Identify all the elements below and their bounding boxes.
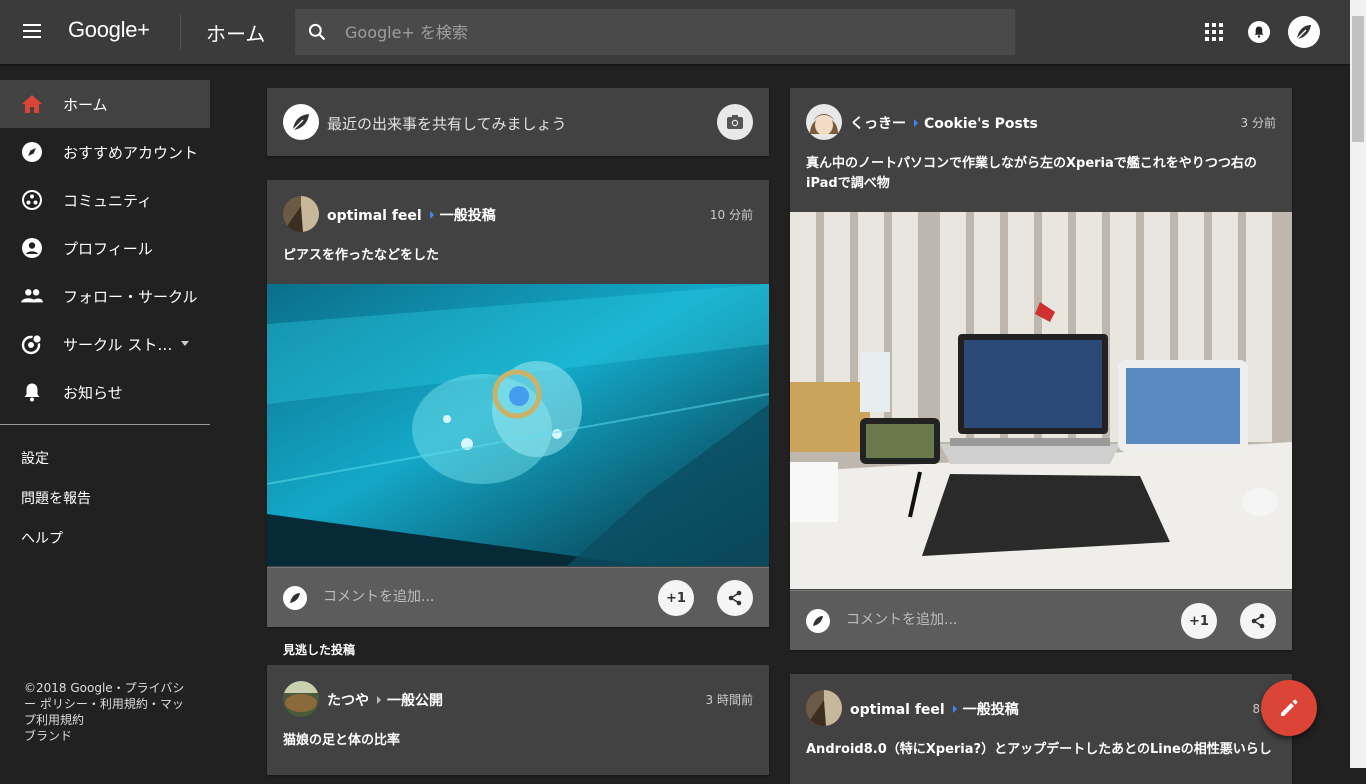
author-avatar[interactable]	[806, 104, 842, 140]
settings-link[interactable]: 設定	[0, 439, 210, 479]
post-card: optimal feel 一般投稿 10 分前 ピアスを作ったなどをした コメント…	[267, 180, 769, 627]
post-audience[interactable]: 一般公開	[387, 693, 443, 709]
author-name[interactable]: optimal feel	[327, 208, 422, 224]
community-icon	[21, 189, 43, 211]
bell-icon	[21, 381, 43, 403]
account-avatar[interactable]	[1288, 16, 1320, 48]
sidebar-item-label: プロフィール	[63, 239, 153, 258]
share-arrow-icon	[429, 211, 434, 219]
google-plus-logo[interactable]: Google+	[68, 17, 150, 43]
scrollbar-thumb[interactable]	[1352, 16, 1364, 142]
sidebar-item-label: サークル スト…	[63, 335, 173, 354]
footer-line[interactable]: ブランド	[24, 728, 200, 744]
post-text: ピアスを作ったなどをした	[283, 248, 440, 263]
home-icon	[21, 93, 43, 115]
share-arrow-icon	[377, 696, 381, 704]
sidebar-item-community[interactable]: コミュニティ	[0, 176, 210, 224]
user-avatar-small	[806, 609, 830, 633]
plus-one-button[interactable]: +1	[1181, 603, 1217, 639]
sidebar-item-notifications[interactable]: お知らせ	[0, 368, 210, 416]
author-avatar[interactable]	[283, 196, 319, 232]
missed-posts-label: 見逃した投稿	[283, 643, 356, 657]
apps-grid-icon[interactable]	[1204, 22, 1224, 42]
footer-line[interactable]: ー ポリシー・利用規約・マッ	[24, 696, 200, 712]
post-timestamp[interactable]: 10 分前	[710, 206, 753, 223]
post-audience[interactable]: Cookie's Posts	[924, 116, 1038, 132]
camera-icon[interactable]	[717, 104, 753, 140]
sidebar-item-label: おすすめアカウント	[63, 143, 199, 162]
footer-line[interactable]: プ利用規約	[24, 712, 200, 728]
post-card: たつや 一般公開 3 時間前 猫娘の足と体の比率	[267, 665, 769, 775]
page-scrollbar[interactable]	[1350, 0, 1366, 768]
sidebar-item-label: お知らせ	[63, 383, 123, 402]
profile-icon	[21, 237, 43, 259]
post-image[interactable]	[267, 284, 769, 566]
post-audience[interactable]: 一般投稿	[440, 208, 496, 224]
search-input[interactable]	[345, 9, 985, 55]
sidebar-item-following[interactable]: フォロー・サークル	[0, 272, 210, 320]
comment-bar: コメントを追加... +1	[267, 567, 769, 627]
post-text: 猫娘の足と体の比率	[283, 733, 401, 748]
comment-bar: コメントを追加... +1	[790, 590, 1292, 650]
plus-one-button[interactable]: +1	[658, 580, 694, 616]
post-text: 真ん中のノートパソコンで作業しながら左のXperiaで艦これをやりつつ右のiPa…	[806, 156, 1257, 191]
sidebar-divider	[0, 424, 210, 425]
share-button[interactable]	[1240, 603, 1276, 639]
author-name[interactable]: くっきー	[850, 116, 906, 132]
user-avatar	[283, 104, 319, 140]
notifications-icon[interactable]	[1248, 21, 1270, 43]
people-icon	[21, 285, 43, 307]
sidebar: ホーム おすすめアカウント コミュニティ プロフィール フォロー・サークル サー…	[0, 64, 210, 768]
post-card: くっきー Cookie's Posts 3 分前 真ん中のノートパソコンで作業しな…	[790, 88, 1292, 650]
share-button[interactable]	[717, 580, 753, 616]
circle-stream-icon	[21, 333, 43, 355]
footer-line[interactable]: ©2018 Google・プライバシ	[24, 680, 200, 696]
menu-icon[interactable]	[20, 20, 44, 44]
post-audience[interactable]: 一般投稿	[963, 702, 1019, 718]
author-avatar[interactable]	[283, 681, 319, 717]
compass-icon	[21, 141, 43, 163]
sidebar-item-profile[interactable]: プロフィール	[0, 224, 210, 272]
sidebar-item-recommended[interactable]: おすすめアカウント	[0, 128, 210, 176]
help-link[interactable]: ヘルプ	[0, 519, 210, 559]
sidebar-item-label: フォロー・サークル	[63, 287, 198, 306]
page-title: ホーム	[206, 22, 266, 46]
sidebar-item-label: コミュニティ	[63, 191, 153, 210]
user-avatar-small	[283, 586, 307, 610]
share-icon	[728, 590, 742, 606]
report-issue-link[interactable]: 問題を報告	[0, 479, 210, 519]
share-box[interactable]: 最近の出来事を共有してみましょう	[267, 88, 769, 156]
author-avatar[interactable]	[806, 690, 842, 726]
share-arrow-icon	[952, 705, 957, 713]
pencil-icon	[1281, 699, 1298, 716]
sidebar-item-label: ホーム	[63, 95, 108, 114]
chevron-down-icon[interactable]	[181, 341, 189, 346]
post-timestamp[interactable]: 3 分前	[1241, 114, 1276, 131]
comment-input[interactable]: コメントを追加...	[323, 586, 434, 606]
share-arrow-icon	[914, 119, 918, 127]
author-name[interactable]: optimal feel	[850, 702, 945, 718]
post-timestamp[interactable]: 3 時間前	[706, 691, 753, 708]
top-bar: Google+ ホーム	[0, 0, 1350, 64]
sidebar-item-home[interactable]: ホーム	[0, 80, 210, 128]
share-icon	[1251, 613, 1265, 629]
author-name[interactable]: たつや	[327, 693, 369, 709]
search-icon	[308, 23, 326, 41]
compose-button[interactable]	[1261, 680, 1317, 736]
header-divider	[180, 14, 181, 50]
comment-input[interactable]: コメントを追加...	[846, 609, 957, 629]
sidebar-item-circle-stream[interactable]: サークル スト…	[0, 320, 210, 368]
search-box[interactable]	[295, 9, 1015, 55]
share-prompt[interactable]: 最近の出来事を共有してみましょう	[327, 113, 567, 134]
post-text: Android8.0（特にXperia?）とアップデートしたあとのLineの相性…	[806, 742, 1272, 757]
post-image[interactable]	[790, 212, 1292, 589]
sidebar-footer: ©2018 Google・プライバシ ー ポリシー・利用規約・マッ プ利用規約 …	[24, 680, 200, 744]
